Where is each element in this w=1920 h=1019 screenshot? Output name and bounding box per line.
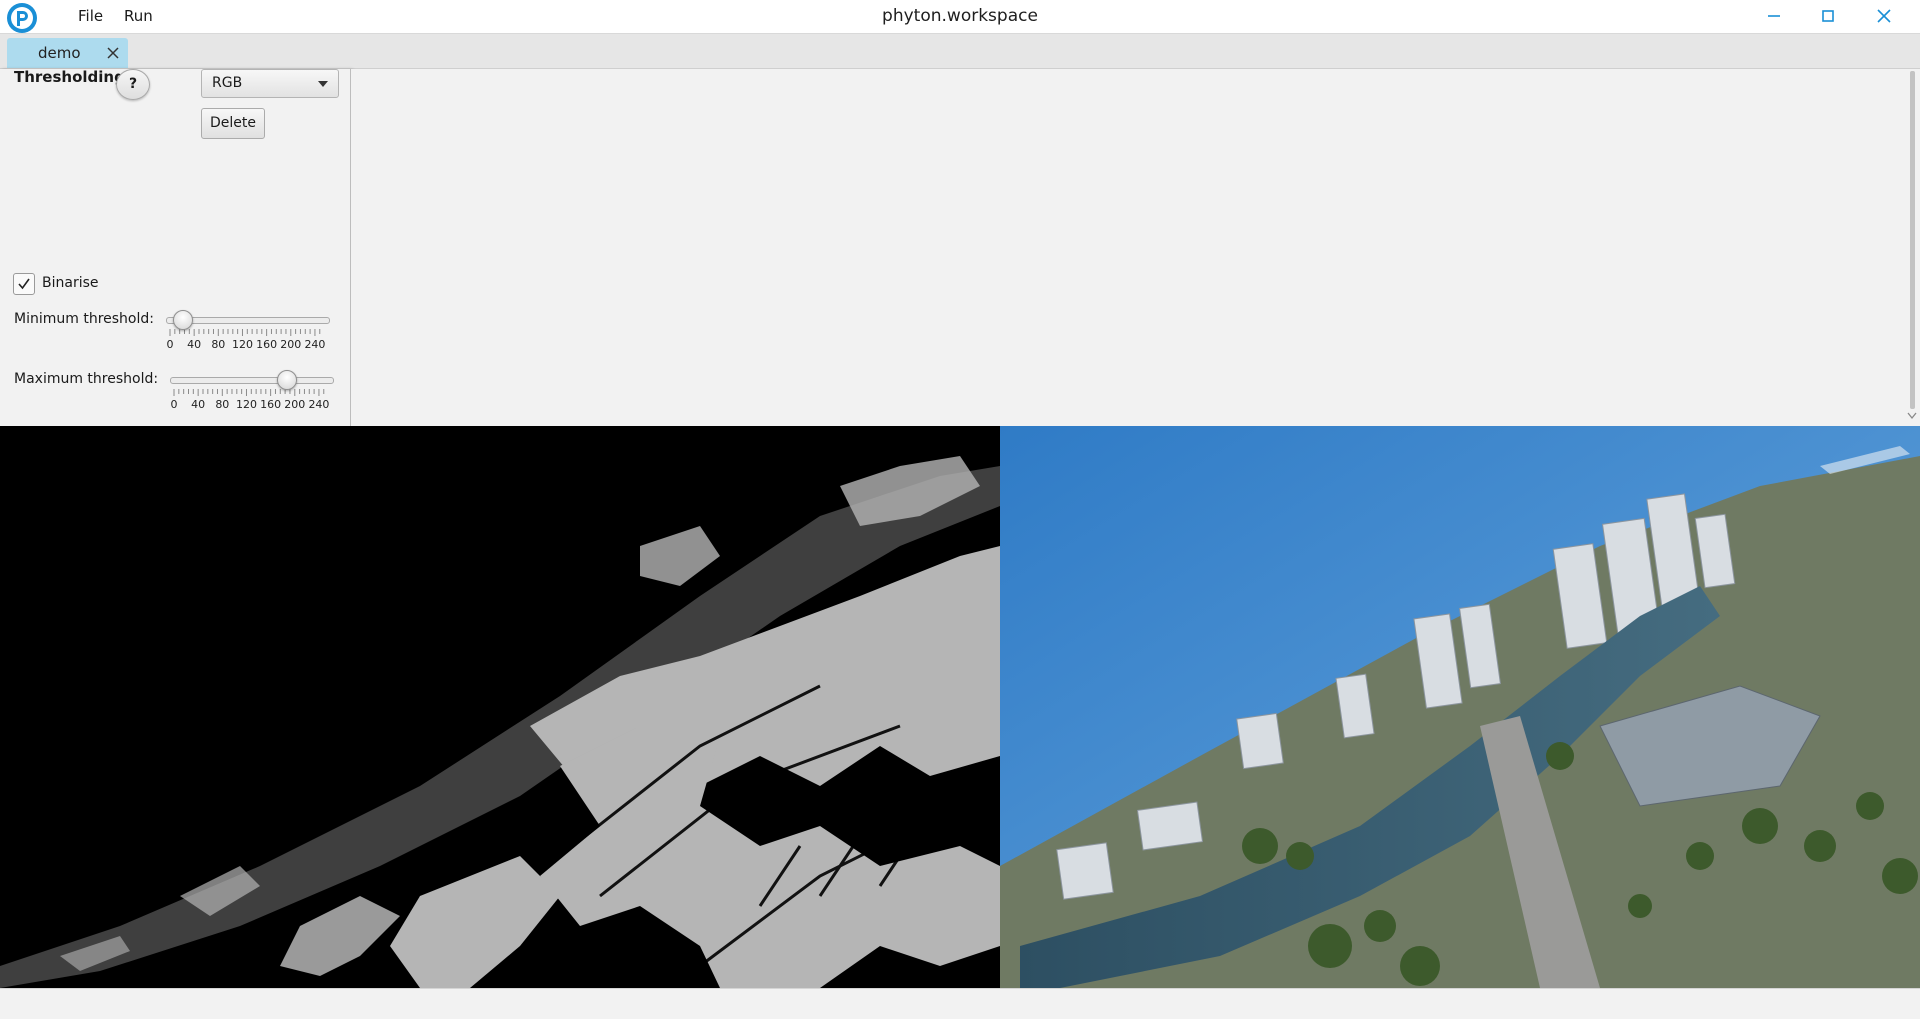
slider-scale-label: 40 <box>191 398 206 411</box>
color-space-value: RGB <box>212 75 243 91</box>
slider-scale-label: 120 <box>231 338 253 351</box>
min-threshold-label: Minimum threshold: <box>14 311 154 327</box>
help-button[interactable]: ? <box>116 69 150 100</box>
checkmark-icon <box>18 278 30 290</box>
panel-title: Thresholding <box>14 68 125 86</box>
slider-scale-label: 0 <box>170 398 178 411</box>
delete-button[interactable]: Delete <box>201 108 265 139</box>
max-threshold-slider[interactable]: 0 40 80 120 160 200 240 <box>170 370 334 423</box>
slider-scale-label: 200 <box>280 338 302 351</box>
slider-scale-label: 120 <box>235 398 257 411</box>
slider-scale-label: 240 <box>304 338 326 351</box>
slider-ticks <box>169 329 321 336</box>
slider-scale: 0 40 80 120 160 200 240 <box>170 398 332 412</box>
slider-scale-label: 160 <box>256 338 278 351</box>
window-title: phyton.workspace <box>882 6 1038 26</box>
slider-scale: 0 40 80 120 160 200 240 <box>166 338 328 352</box>
slider-track <box>170 377 334 384</box>
min-threshold-slider[interactable]: 0 40 80 120 160 200 240 <box>166 310 330 363</box>
status-bar <box>0 988 1920 1019</box>
maximize-icon <box>1822 10 1834 22</box>
minimize-icon <box>1768 15 1780 17</box>
aerial-city-photo <box>1000 426 1920 988</box>
slider-thumb[interactable] <box>276 370 297 390</box>
chevron-down-icon <box>318 81 328 87</box>
slider-scale-label: 200 <box>284 398 306 411</box>
binarise-label: Binarise <box>42 275 99 291</box>
slider-scale-label: 80 <box>211 338 226 351</box>
slider-scale-label: 0 <box>166 338 174 351</box>
minimize-button[interactable] <box>1746 0 1802 33</box>
scroll-down-arrow-icon[interactable] <box>1907 412 1917 420</box>
tab-close-icon[interactable] <box>106 46 120 60</box>
color-space-select[interactable]: RGB <box>201 69 339 98</box>
workspace-empty-area <box>351 69 1903 426</box>
slider-scale-label: 40 <box>187 338 202 351</box>
thresholded-image-view <box>0 426 1000 988</box>
binarise-checkbox[interactable] <box>13 273 35 295</box>
maximize-button[interactable] <box>1800 0 1856 33</box>
thresholding-panel: Thresholding ? RGB Delete Binarise Minim… <box>0 69 351 426</box>
vertical-scrollbar[interactable] <box>1904 69 1920 426</box>
slider-scale-label: 240 <box>308 398 330 411</box>
tab-label: demo <box>38 44 81 62</box>
slider-thumb[interactable] <box>173 310 194 330</box>
slider-scale-label: 80 <box>215 398 230 411</box>
tab-strip: demo <box>0 34 1920 69</box>
scrollbar-thumb[interactable] <box>1910 71 1915 409</box>
slider-scale-label: 160 <box>260 398 282 411</box>
tab-demo[interactable]: demo <box>7 38 128 68</box>
slider-ticks <box>173 389 325 396</box>
max-threshold-label: Maximum threshold: <box>14 371 159 387</box>
image-views <box>0 426 1920 988</box>
close-icon <box>1877 9 1891 23</box>
binary-threshold-image <box>0 426 1000 988</box>
close-window-button[interactable] <box>1856 0 1912 33</box>
source-image-view <box>1000 426 1920 988</box>
title-bar: File Run phyton.workspace <box>0 0 1920 34</box>
